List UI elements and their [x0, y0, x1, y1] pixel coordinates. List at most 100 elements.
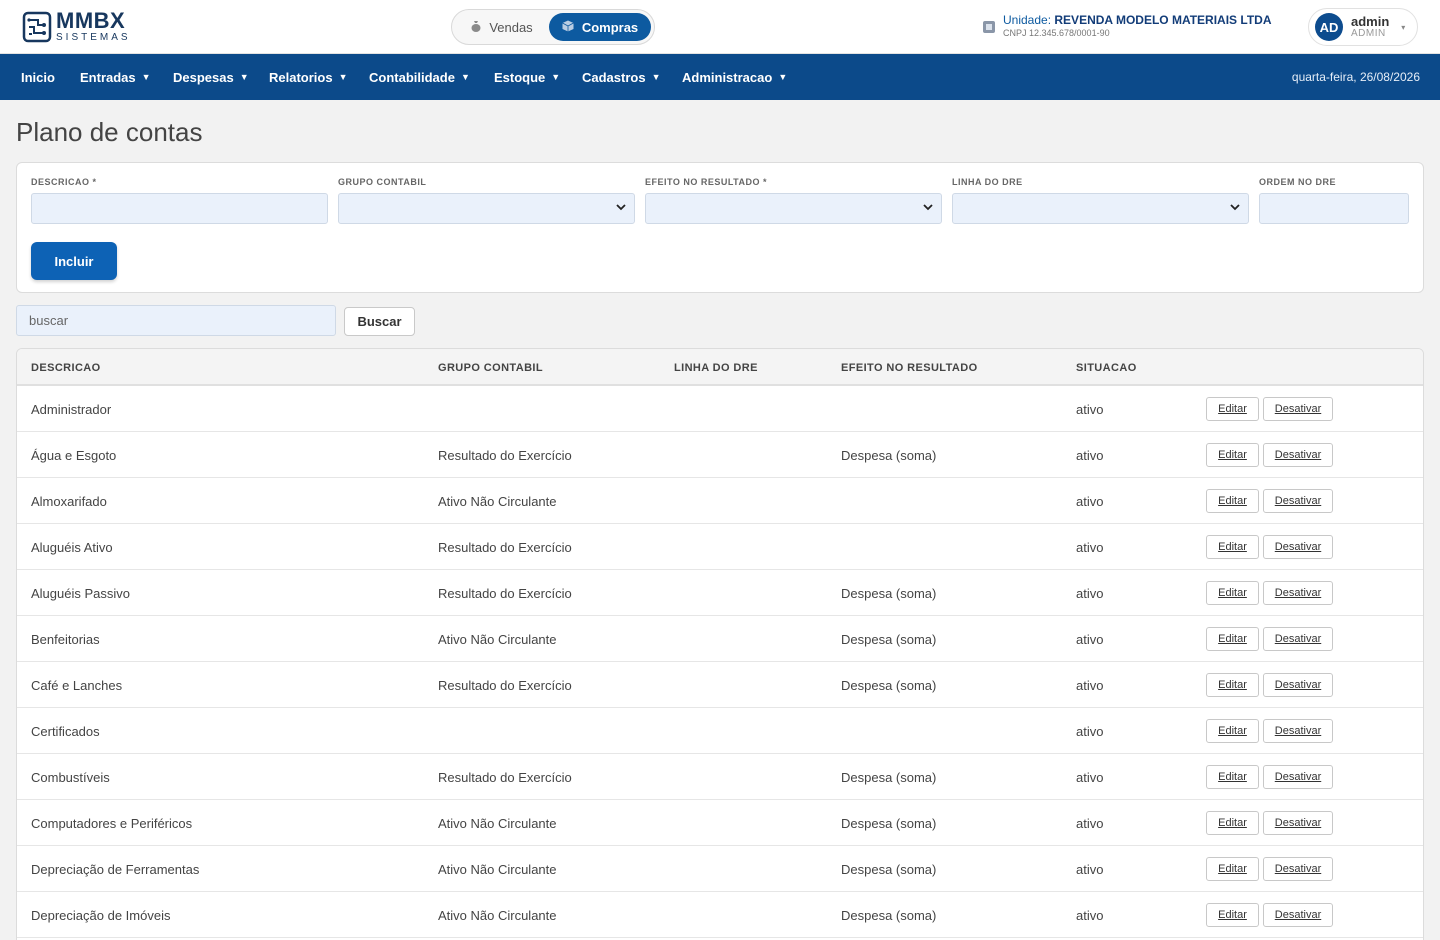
- chevron-down-icon: [616, 204, 626, 211]
- cell-situacao: ativo: [1076, 585, 1104, 601]
- deactivate-button[interactable]: Desativar: [1263, 857, 1333, 881]
- deactivate-button[interactable]: Desativar: [1263, 719, 1333, 743]
- edit-button[interactable]: Editar: [1206, 627, 1259, 651]
- deactivate-button[interactable]: Desativar: [1263, 765, 1333, 789]
- cell-situacao: ativo: [1076, 447, 1104, 463]
- cell-descricao: Certificados: [31, 723, 100, 739]
- nav-item-cadastros[interactable]: Cadastros ▼: [582, 54, 661, 100]
- deactivate-button[interactable]: Desativar: [1263, 443, 1333, 467]
- efeito-select[interactable]: [645, 193, 942, 224]
- user-menu[interactable]: AD admin ADMIN ▾: [1308, 8, 1418, 46]
- building-icon: [983, 21, 995, 33]
- brand-name: MMBX: [56, 8, 126, 33]
- box-icon: [562, 20, 574, 35]
- mode-compras-label: Compras: [581, 19, 639, 35]
- cell-descricao: Computadores e Periféricos: [31, 815, 193, 831]
- edit-button[interactable]: Editar: [1206, 903, 1259, 927]
- logo-icon: [22, 11, 52, 42]
- nav-item-despesas[interactable]: Despesas ▼: [173, 54, 249, 100]
- buscar-button[interactable]: Buscar: [344, 307, 415, 336]
- cell-descricao: Aluguéis Passivo: [31, 585, 130, 601]
- nav-item-entradas[interactable]: Entradas ▼: [80, 54, 151, 100]
- nav-label: Administracao: [682, 69, 773, 85]
- nav-label: Estoque: [494, 69, 546, 85]
- unit-line: Unidade: REVENDA MODELO MATERIAIS LTDA: [1003, 13, 1272, 27]
- edit-button[interactable]: Editar: [1206, 857, 1259, 881]
- cell-situacao: ativo: [1076, 723, 1104, 739]
- caret-down-icon: ▼: [551, 72, 561, 82]
- brand-sub: SISTEMAS: [56, 32, 131, 43]
- chevron-down-icon: [1230, 204, 1240, 211]
- col-efeito: EFEITO NO RESULTADO: [841, 361, 978, 374]
- search-input[interactable]: buscar: [16, 305, 336, 336]
- unit-prefix: Unidade:: [1003, 13, 1052, 27]
- nav-label: Cadastros: [582, 69, 646, 85]
- account-form: DESCRICAO * GRUPO CONTABIL EFEITO NO RES…: [16, 162, 1424, 293]
- mode-vendas-button[interactable]: Vendas: [455, 13, 549, 41]
- cell-grupo: Ativo Não Circulante: [438, 815, 557, 831]
- descricao-field: DESCRICAO *: [31, 177, 328, 224]
- deactivate-button[interactable]: Desativar: [1263, 811, 1333, 835]
- descricao-input[interactable]: [31, 193, 328, 224]
- nav-item-inicio[interactable]: Inicio: [21, 54, 55, 100]
- edit-button[interactable]: Editar: [1206, 765, 1259, 789]
- deactivate-button[interactable]: Desativar: [1263, 673, 1333, 697]
- nav-item-relatorios[interactable]: Relatorios ▼: [269, 54, 348, 100]
- user-role: ADMIN: [1351, 27, 1386, 39]
- edit-button[interactable]: Editar: [1206, 443, 1259, 467]
- nav-item-contabilidade[interactable]: Contabilidade ▼: [369, 54, 470, 100]
- edit-button[interactable]: Editar: [1206, 719, 1259, 743]
- nav-label: Despesas: [173, 69, 234, 85]
- deactivate-button[interactable]: Desativar: [1263, 535, 1333, 559]
- grupo-select[interactable]: [338, 193, 635, 224]
- edit-button[interactable]: Editar: [1206, 811, 1259, 835]
- money-bag-icon: [471, 20, 481, 35]
- edit-button[interactable]: Editar: [1206, 581, 1259, 605]
- cell-situacao: ativo: [1076, 677, 1104, 693]
- page-title: Plano de contas: [16, 117, 203, 147]
- deactivate-button[interactable]: Desativar: [1263, 627, 1333, 651]
- ordem-label: ORDEM NO DRE: [1259, 177, 1337, 187]
- table-row: Aluguéis Ativo Resultado do Exercício ativ…: [17, 524, 1423, 570]
- cell-descricao: Almoxarifado: [31, 493, 107, 509]
- edit-button[interactable]: Editar: [1206, 397, 1259, 421]
- deactivate-button[interactable]: Desativar: [1263, 903, 1333, 927]
- ordem-field: ORDEM NO DRE: [1259, 177, 1409, 224]
- cell-efeito: Despesa (soma): [841, 677, 937, 693]
- table-row: Depreciação de Ferramentas Ativo Não Circ…: [17, 846, 1423, 892]
- col-situacao: SITUACAO: [1076, 361, 1137, 374]
- cell-efeito: Despesa (soma): [841, 585, 937, 601]
- linha-select[interactable]: [952, 193, 1249, 224]
- cell-grupo: Resultado do Exercício: [438, 769, 572, 785]
- cell-grupo: Ativo Não Circulante: [438, 493, 557, 509]
- cell-descricao: Depreciação de Ferramentas: [31, 861, 200, 877]
- cell-situacao: ativo: [1076, 769, 1104, 785]
- main-nav: Inicio Entradas ▼ Despesas ▼ Relatorios ▼ C…: [0, 54, 1440, 100]
- edit-button[interactable]: Editar: [1206, 489, 1259, 513]
- nav-item-estoque[interactable]: Estoque ▼: [494, 54, 560, 100]
- chevron-down-icon: [923, 204, 933, 211]
- deactivate-button[interactable]: Desativar: [1263, 397, 1333, 421]
- nav-item-administracao[interactable]: Administracao ▼: [682, 54, 787, 100]
- cell-efeito: Despesa (soma): [841, 815, 937, 831]
- deactivate-button[interactable]: Desativar: [1263, 489, 1333, 513]
- efeito-field: EFEITO NO RESULTADO *: [645, 177, 942, 224]
- ordem-input[interactable]: [1259, 193, 1409, 224]
- table-row: Café e Lanches Resultado do Exercício Desp…: [17, 662, 1423, 708]
- deactivate-button[interactable]: Desativar: [1263, 581, 1333, 605]
- caret-down-icon: ▼: [651, 72, 661, 82]
- mode-compras-button[interactable]: Compras: [549, 13, 651, 41]
- edit-button[interactable]: Editar: [1206, 673, 1259, 697]
- caret-down-icon: ▼: [778, 72, 788, 82]
- col-grupo: GRUPO CONTABIL: [438, 361, 544, 374]
- cell-efeito: Despesa (soma): [841, 631, 937, 647]
- table-row: Combustíveis Resultado do Exercício Despes…: [17, 754, 1423, 800]
- cell-situacao: ativo: [1076, 861, 1104, 877]
- cell-grupo: Resultado do Exercício: [438, 539, 572, 555]
- table-row: Água e Esgoto Resultado do Exercício Despe…: [17, 432, 1423, 478]
- unit-name: REVENDA MODELO MATERIAIS LTDA: [1054, 13, 1272, 27]
- top-header: MMBX SISTEMAS Vendas Compras Unidade: RE…: [0, 0, 1440, 54]
- edit-button[interactable]: Editar: [1206, 535, 1259, 559]
- brand-logo[interactable]: MMBX SISTEMAS: [22, 10, 131, 43]
- incluir-button[interactable]: Incluir: [31, 242, 117, 280]
